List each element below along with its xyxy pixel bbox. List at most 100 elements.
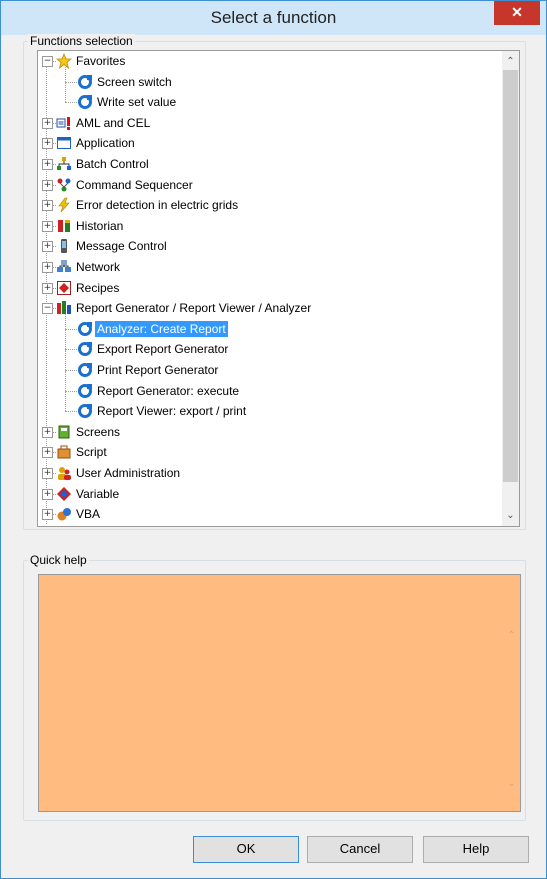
tree-node[interactable]: + Screens bbox=[38, 422, 498, 442]
star-icon bbox=[55, 52, 73, 70]
function-tree[interactable]: + VBA + Variable + User Administration + Script… bbox=[37, 50, 520, 527]
tree-item-label[interactable]: Report Viewer: export / print bbox=[95, 403, 248, 419]
expand-icon[interactable]: + bbox=[42, 138, 53, 149]
tree-node[interactable]: + AML and CEL bbox=[38, 113, 498, 133]
tree-item-label[interactable]: Message Control bbox=[74, 238, 169, 254]
function-icon bbox=[77, 383, 93, 399]
tree-item-label[interactable]: Export Report Generator bbox=[95, 341, 230, 357]
functions-selection-label: Functions selection bbox=[28, 34, 135, 48]
tree-connector bbox=[65, 349, 77, 350]
tree-leaf[interactable]: Report Viewer: export / print bbox=[38, 391, 498, 421]
expand-icon[interactable]: + bbox=[42, 262, 53, 273]
network-icon bbox=[56, 259, 72, 275]
script-icon bbox=[56, 444, 72, 460]
tree-node[interactable]: + Variable bbox=[38, 484, 498, 504]
tree-node[interactable]: + Message Control bbox=[38, 236, 498, 256]
tree-connector bbox=[65, 391, 77, 392]
dialog-window: Select a function ✕ Functions selection … bbox=[0, 0, 547, 879]
application-window-icon bbox=[56, 135, 72, 151]
help-scrollbar: ⌃ ⌄ bbox=[503, 575, 520, 811]
tree-item-label[interactable]: Script bbox=[74, 444, 109, 460]
tree-leaf[interactable]: Report Generator: execute bbox=[38, 371, 498, 401]
close-icon: ✕ bbox=[511, 4, 523, 20]
tree-item-label[interactable]: Command Sequencer bbox=[74, 177, 195, 193]
tree-item-label[interactable]: Favorites bbox=[74, 53, 127, 69]
alarm-icon bbox=[56, 115, 72, 131]
ok-button[interactable]: OK bbox=[193, 836, 299, 863]
function-icon bbox=[77, 341, 93, 357]
tree-node[interactable]: + VBA bbox=[38, 504, 498, 524]
tree-item-label[interactable]: Screen switch bbox=[95, 74, 174, 90]
tree-item-label[interactable]: Screens bbox=[74, 424, 122, 440]
tree-item-label[interactable]: Report Generator: execute bbox=[95, 383, 241, 399]
tree-item-label[interactable]: Error detection in electric grids bbox=[74, 197, 240, 213]
tree-leaf[interactable]: Export Report Generator bbox=[38, 329, 498, 359]
help-button[interactable]: Help bbox=[423, 836, 529, 863]
function-icon bbox=[77, 94, 93, 110]
tree-connector bbox=[65, 411, 77, 412]
tree-item-label[interactable]: Application bbox=[74, 135, 137, 151]
tree-node[interactable]: + Application bbox=[38, 133, 498, 153]
expand-icon[interactable]: + bbox=[42, 241, 53, 252]
tree-item-label[interactable]: Network bbox=[74, 259, 122, 275]
collapse-icon[interactable]: − bbox=[42, 56, 53, 67]
tree-item-label[interactable]: Print Report Generator bbox=[95, 362, 220, 378]
tree-node[interactable]: + Historian bbox=[38, 216, 498, 236]
scroll-thumb[interactable] bbox=[503, 70, 518, 482]
scroll-up-icon: ⌃ bbox=[507, 630, 516, 641]
tree-node[interactable]: + Recipes bbox=[38, 278, 498, 298]
tree-item-label[interactable]: Recipes bbox=[74, 280, 121, 296]
expand-icon[interactable]: + bbox=[42, 489, 53, 500]
expand-icon[interactable]: + bbox=[42, 221, 53, 232]
tree-node[interactable]: + Script bbox=[38, 442, 498, 462]
tree-node[interactable]: − Report Generator / Report Viewer / Anal… bbox=[38, 298, 498, 318]
tree-node[interactable]: + User Administration bbox=[38, 463, 498, 483]
tree-connector bbox=[65, 102, 77, 103]
expand-icon[interactable]: + bbox=[42, 118, 53, 129]
function-icon bbox=[77, 74, 93, 90]
tree-item-label[interactable]: Variable bbox=[74, 486, 121, 502]
tree-leaf[interactable]: Analyzer: Create Report bbox=[38, 309, 498, 339]
tree-leaf[interactable]: Screen switch bbox=[38, 62, 498, 92]
cancel-button[interactable]: Cancel bbox=[307, 836, 413, 863]
command-sequencer-icon bbox=[56, 177, 72, 193]
tree-node[interactable]: + Error detection in electric grids bbox=[38, 195, 498, 215]
historian-icon bbox=[56, 218, 72, 234]
vba-icon bbox=[56, 506, 72, 522]
expand-icon[interactable]: + bbox=[42, 509, 53, 520]
tree-item-label[interactable]: Write set value bbox=[95, 94, 178, 110]
expand-icon[interactable]: + bbox=[42, 159, 53, 170]
expand-icon[interactable]: + bbox=[42, 427, 53, 438]
tree-item-label[interactable]: User Administration bbox=[74, 465, 182, 481]
expand-icon[interactable]: + bbox=[42, 468, 53, 479]
tree-node[interactable]: + Network bbox=[38, 257, 498, 277]
quick-help-text: ⌃ ⌄ bbox=[38, 574, 521, 812]
tree-item-label[interactable]: Report Generator / Report Viewer / Analy… bbox=[74, 300, 313, 316]
tree-node[interactable]: + Command Sequencer bbox=[38, 175, 498, 195]
lightning-icon bbox=[56, 197, 72, 213]
collapse-icon[interactable]: − bbox=[42, 303, 53, 314]
tree-node[interactable]: − Favorites bbox=[38, 51, 498, 71]
expand-icon[interactable]: + bbox=[42, 283, 53, 294]
tree-item-label[interactable]: Batch Control bbox=[74, 156, 151, 172]
tree-scrollbar[interactable]: ⌃ ⌄ bbox=[502, 51, 519, 526]
tree-leaf[interactable]: Print Report Generator bbox=[38, 350, 498, 380]
tree-leaf[interactable]: Write set value bbox=[38, 82, 498, 112]
expand-icon[interactable]: + bbox=[42, 180, 53, 191]
scroll-down-icon[interactable]: ⌄ bbox=[502, 507, 519, 524]
screens-icon bbox=[56, 424, 72, 440]
quick-help-label: Quick help bbox=[28, 553, 89, 567]
expand-icon[interactable]: + bbox=[42, 447, 53, 458]
title-bar[interactable]: Select a function ✕ bbox=[1, 1, 546, 35]
function-icon bbox=[77, 403, 93, 419]
tree-item-label[interactable]: VBA bbox=[74, 506, 102, 522]
tree-item-label[interactable]: AML and CEL bbox=[74, 115, 152, 131]
tree-item-label[interactable]: Analyzer: Create Report bbox=[95, 321, 228, 337]
tree-node[interactable]: + Batch Control bbox=[38, 154, 498, 174]
expand-icon[interactable]: + bbox=[42, 200, 53, 211]
scroll-up-icon[interactable]: ⌃ bbox=[502, 53, 519, 70]
close-button[interactable]: ✕ bbox=[494, 1, 540, 25]
recipes-icon bbox=[56, 280, 72, 296]
tree-item-label[interactable]: Historian bbox=[74, 218, 125, 234]
tree-connector bbox=[65, 329, 77, 330]
